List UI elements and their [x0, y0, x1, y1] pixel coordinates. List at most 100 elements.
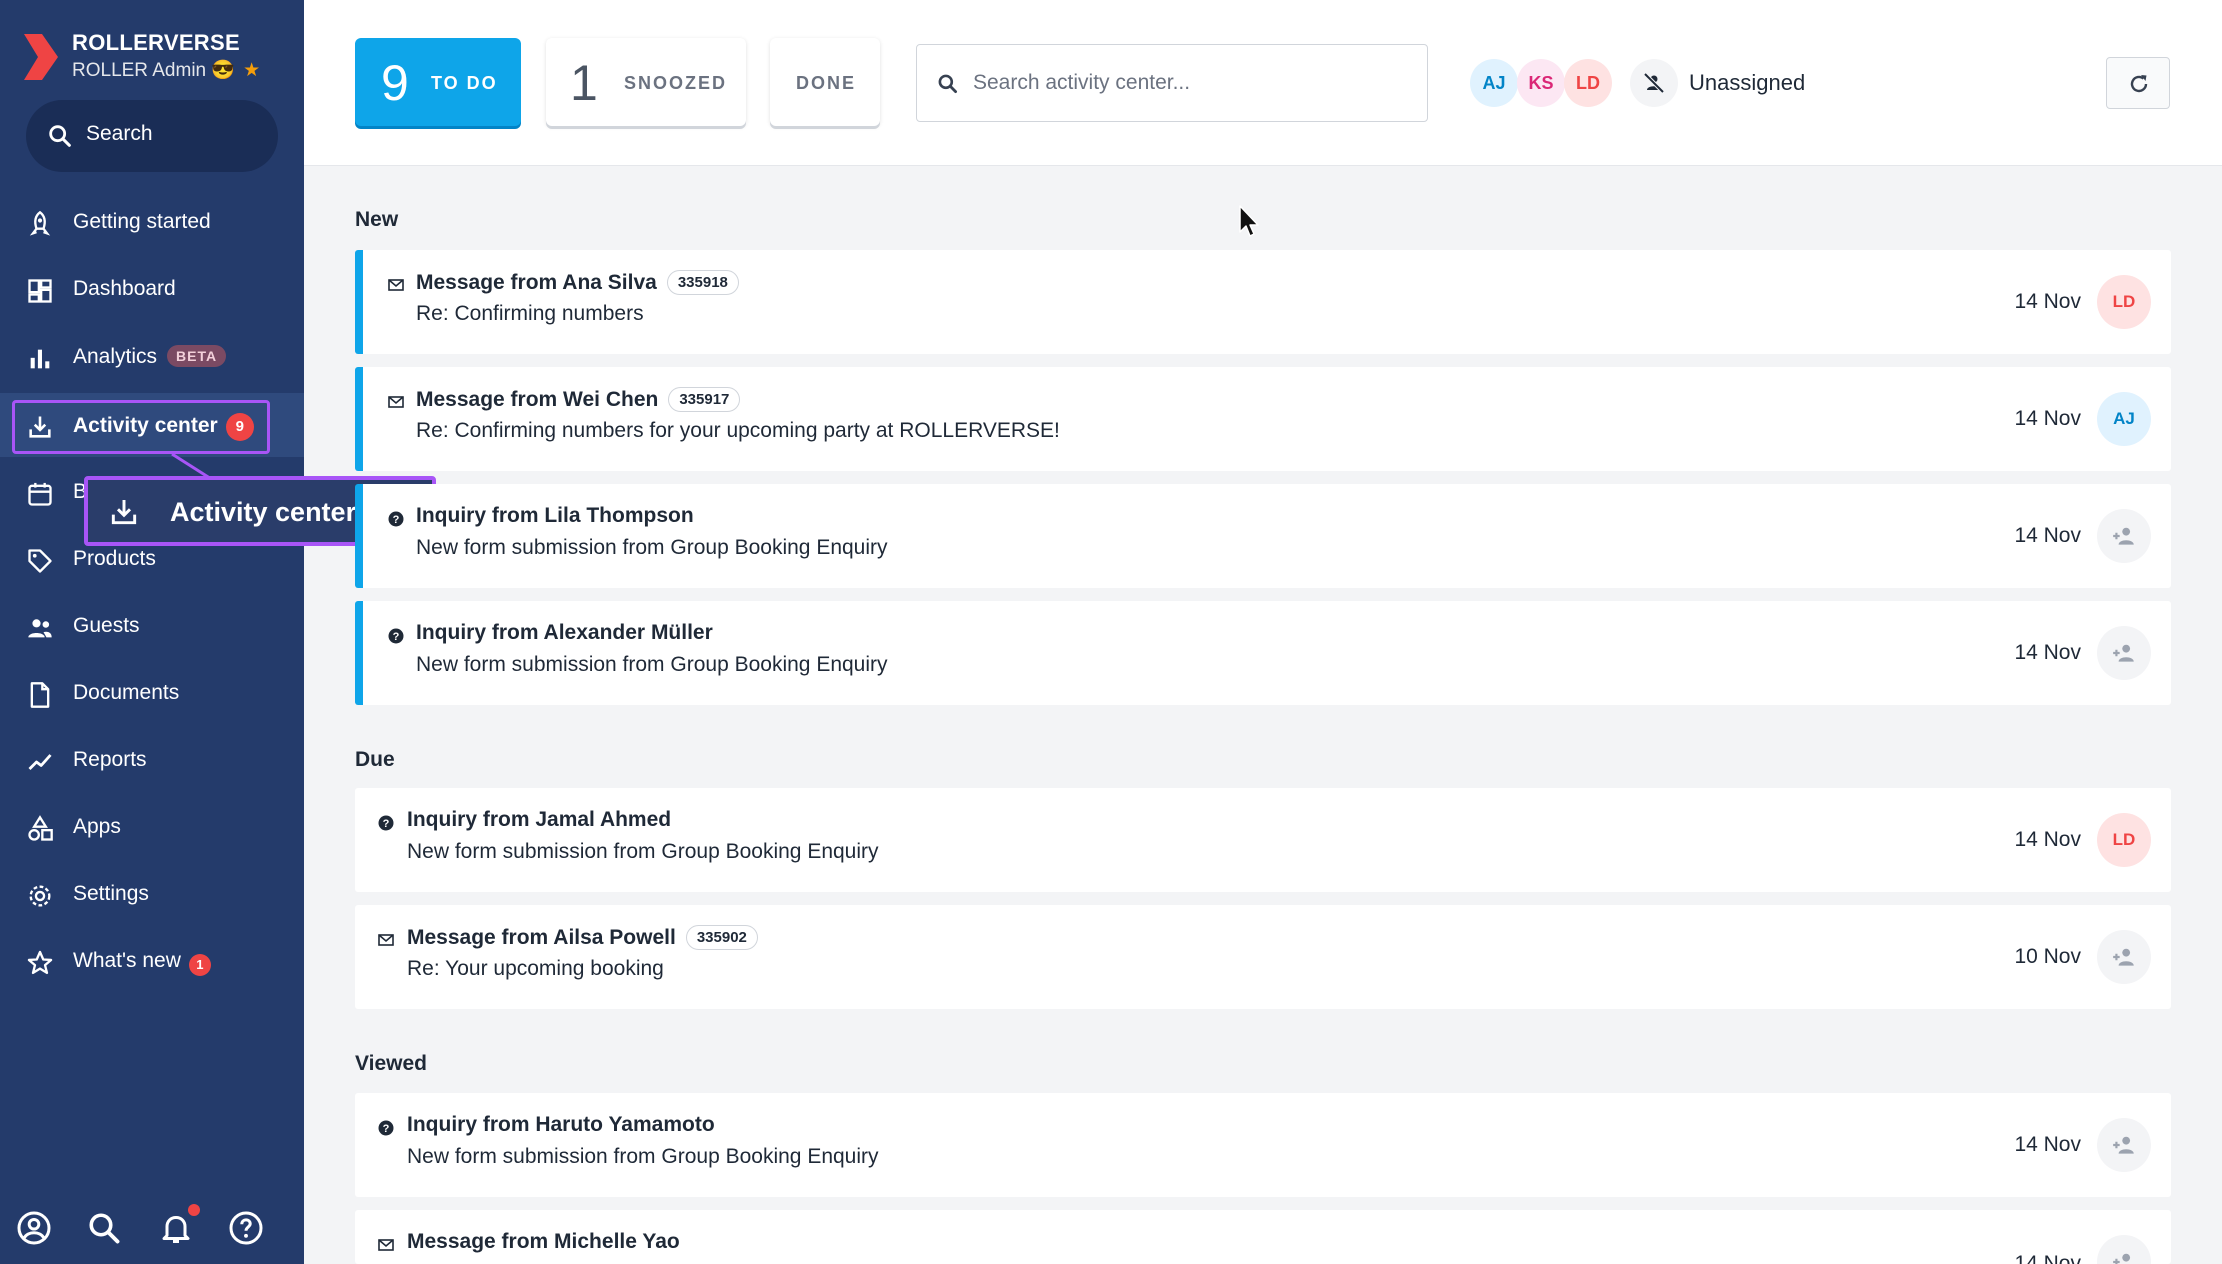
activity-subject: New form submission from Group Booking E… — [407, 1145, 879, 1168]
activity-title: Message from Wei Chen 335917 — [416, 387, 741, 412]
activity-title: Message from Michelle Yao — [407, 1230, 680, 1253]
whats-new-label: What's new — [73, 949, 181, 972]
section-title-viewed: Viewed — [355, 1052, 427, 1075]
activity-title: Inquiry from Alexander Müller — [416, 621, 713, 644]
mail-icon — [378, 1239, 394, 1251]
tab-snoozed[interactable]: 1 SNOOZED — [546, 38, 746, 126]
activity-subject: Re: Confirming numbers for your upcoming… — [416, 419, 1060, 442]
activity-item[interactable]: ? Inquiry from Alexander Müller New form… — [355, 601, 2171, 705]
avatar-ld[interactable]: LD — [1564, 59, 1612, 107]
sidebar-item-label: Settings — [73, 882, 149, 905]
assign-button[interactable] — [2097, 930, 2151, 984]
star-icon: ★ — [243, 60, 261, 81]
sidebar-item-whats-new[interactable]: What's new 1 — [0, 929, 304, 993]
activity-item[interactable]: ? Inquiry from Jamal Ahmed New form subm… — [355, 788, 2171, 892]
assignee-avatar[interactable]: LD — [2097, 813, 2151, 867]
sidebar-item-analytics[interactable]: Analytics BETA — [0, 325, 304, 389]
svg-text:?: ? — [393, 631, 400, 643]
section-title-new: New — [355, 208, 399, 231]
sidebar-item-reports[interactable]: Reports — [0, 728, 304, 792]
avatar-ks[interactable]: KS — [1517, 59, 1565, 107]
activity-subject: Re: Your upcoming booking — [407, 957, 664, 980]
booking-ref-badge: 335902 — [685, 925, 758, 950]
activity-subject: New form submission from Group Booking E… — [407, 840, 879, 863]
activity-date: 14 Nov — [2014, 407, 2081, 430]
mail-icon — [388, 279, 404, 291]
activity-subject: New form submission from Group Booking E… — [416, 536, 888, 559]
mouse-cursor-icon — [1239, 205, 1259, 237]
activity-item[interactable]: Message from Michelle Yao 14 Nov — [355, 1210, 2171, 1264]
snoozed-label: SNOOZED — [624, 73, 728, 93]
sidebar-item-guests[interactable]: Guests — [0, 594, 304, 658]
venue-name: ROLLERVERSE — [72, 30, 240, 55]
tab-done[interactable]: DONE — [770, 38, 880, 126]
bar-chart-icon — [30, 349, 50, 369]
beta-badge: BETA — [167, 345, 227, 367]
activity-date: 14 Nov — [2014, 641, 2081, 664]
sidebar-item-dashboard[interactable]: Dashboard — [0, 257, 304, 321]
person-add-icon — [2113, 1253, 2131, 1264]
sidebar-item-label: Activity center 9 — [73, 413, 254, 441]
whats-new-count-badge: 1 — [188, 954, 211, 976]
activity-item[interactable]: Message from Wei Chen 335917 Re: Confirmi… — [355, 367, 2171, 471]
activity-title-text: Message from Ailsa Powell — [407, 926, 676, 949]
activity-date: 14 Nov — [2014, 524, 2081, 547]
roller-logo-icon — [24, 34, 58, 80]
assign-button[interactable] — [2097, 1235, 2151, 1264]
activity-title-text: Message from Wei Chen — [416, 388, 659, 411]
help-circle-icon: ? — [388, 628, 404, 644]
sidebar-item-apps[interactable]: Apps — [0, 795, 304, 859]
assignee-avatar[interactable]: LD — [2097, 275, 2151, 329]
activity-date: 14 Nov — [2014, 828, 2081, 851]
activity-search[interactable] — [916, 44, 1428, 122]
help-circle-icon: ? — [388, 511, 404, 527]
sidebar-item-activity-center[interactable]: Activity center 9 — [0, 393, 304, 457]
document-icon — [30, 682, 50, 708]
unassigned-label[interactable]: Unassigned — [1689, 70, 1805, 96]
todo-label: TO DO — [431, 73, 498, 93]
activity-item[interactable]: Message from Ailsa Powell 335902 Re: Your… — [355, 905, 2171, 1009]
user-role: ROLLER Admin 😎 ★ — [72, 58, 260, 82]
person-add-icon — [2113, 1136, 2134, 1154]
sidebar: ROLLERVERSE ROLLER Admin 😎 ★ Search Getti… — [0, 0, 304, 1264]
assign-button[interactable] — [2097, 509, 2151, 563]
assignee-avatar[interactable]: AJ — [2097, 392, 2151, 446]
person-add-icon — [2113, 948, 2134, 966]
activity-item[interactable]: ? Inquiry from Haruto Yamamoto New form … — [355, 1093, 2171, 1197]
activity-search-input[interactable] — [973, 63, 1413, 103]
activity-item[interactable]: Message from Ana Silva 335918 Re: Confirm… — [355, 250, 2171, 354]
refresh-icon — [2130, 75, 2148, 93]
sidebar-item-settings[interactable]: Settings — [0, 862, 304, 926]
activity-title: Inquiry from Haruto Yamamoto — [407, 1113, 715, 1136]
sidebar-item-documents[interactable]: Documents — [0, 661, 304, 725]
search-icon[interactable] — [86, 1210, 122, 1246]
activity-title: Inquiry from Jamal Ahmed — [407, 808, 672, 831]
sidebar-item-getting-started[interactable]: Getting started — [0, 190, 304, 254]
unassigned-filter-button[interactable] — [1630, 59, 1678, 107]
svg-text:?: ? — [393, 514, 400, 526]
sidebar-search-button[interactable]: Search — [26, 100, 278, 172]
tag-icon — [28, 549, 52, 573]
user-role-label: ROLLER Admin 😎 — [72, 60, 236, 81]
todo-count: 9 — [381, 55, 409, 111]
tooltip-text: Activity center — [170, 497, 357, 527]
svg-text:?: ? — [383, 1123, 390, 1135]
bell-icon[interactable] — [158, 1210, 194, 1246]
activity-item[interactable]: ? Inquiry from Lila Thompson New form su… — [355, 484, 2171, 588]
brand[interactable]: ROLLERVERSE ROLLER Admin 😎 ★ — [22, 28, 292, 88]
assign-button[interactable] — [2097, 626, 2151, 680]
booking-ref-badge: 335917 — [668, 387, 741, 412]
activity-date: 14 Nov — [2014, 1133, 2081, 1156]
activity-toolbar: 9 TO DO 1 SNOOZED DONE AJ KS LD Unassign… — [304, 0, 2222, 166]
assign-button[interactable] — [2097, 1118, 2151, 1172]
mail-icon — [378, 934, 394, 946]
calendar-icon — [28, 482, 52, 506]
avatar-aj[interactable]: AJ — [1470, 59, 1518, 107]
help-icon[interactable] — [228, 1210, 264, 1246]
activity-subject: New form submission from Group Booking E… — [416, 653, 888, 676]
sidebar-item-label: Guests — [73, 614, 140, 637]
account-icon[interactable] — [16, 1210, 52, 1246]
sidebar-item-label: What's new 1 — [73, 949, 211, 976]
tab-todo[interactable]: 9 TO DO — [355, 38, 521, 126]
refresh-button[interactable] — [2106, 57, 2170, 109]
